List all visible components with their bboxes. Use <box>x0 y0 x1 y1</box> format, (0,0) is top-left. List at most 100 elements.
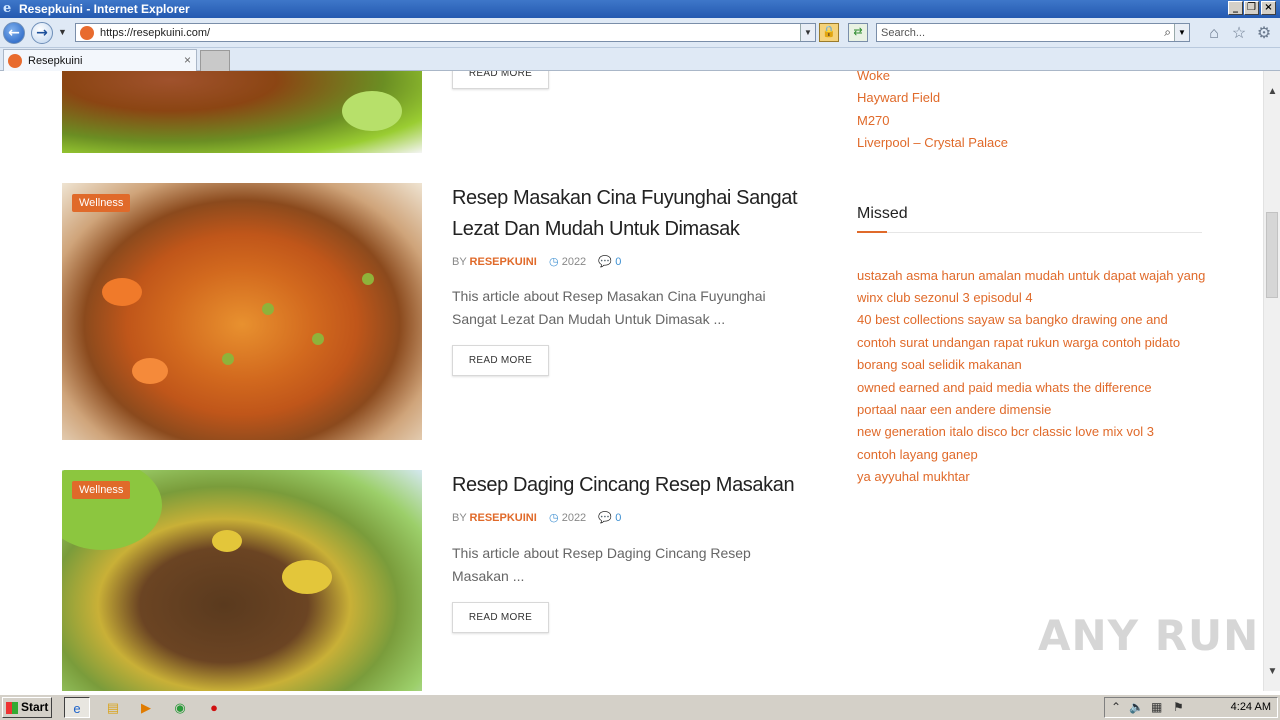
tab-resepkuini[interactable]: Resepkuini × <box>3 49 197 71</box>
search-dropdown-icon[interactable]: ▼ <box>1174 24 1189 41</box>
search-icon[interactable]: ⌕ <box>1164 25 1171 40</box>
start-button[interactable]: Start <box>2 697 52 718</box>
post-title[interactable]: Resep Daging Cincang Resep Masakan <box>452 470 812 501</box>
anyrun-watermark: ANY RUN <box>1038 611 1260 660</box>
maximize-button[interactable]: ❐ <box>1244 1 1259 15</box>
missed-link[interactable]: portaal naar een andere dimensie <box>857 402 1051 417</box>
windows-logo-icon <box>6 702 18 714</box>
back-button[interactable]: ← <box>3 22 25 44</box>
trending-link[interactable]: Liverpool – Crystal Palace <box>857 135 1008 150</box>
widget-accent-bar <box>857 231 887 233</box>
volume-icon[interactable]: 🔈 <box>1129 700 1144 714</box>
food-decoration <box>222 353 234 365</box>
taskbar-shield-icon[interactable]: ● <box>201 697 227 718</box>
missed-link[interactable]: ya ayyuhal mukhtar <box>857 469 970 484</box>
by-label: BY <box>452 256 467 268</box>
window-title: Resepkuini - Internet Explorer <box>19 2 190 16</box>
search-input[interactable]: Search... <box>881 27 925 39</box>
by-label: BY <box>452 512 467 524</box>
taskbar-chrome-icon[interactable]: ◉ <box>167 697 193 718</box>
post-meta: BY RESEPKUINI ◷ 2022 💬 0 <box>452 255 621 268</box>
comment-count[interactable]: 0 <box>615 256 621 268</box>
food-decoration <box>262 303 274 315</box>
scroll-up-icon[interactable]: ▲ <box>1264 83 1280 100</box>
comment-icon: 💬 <box>598 256 613 268</box>
category-badge[interactable]: Wellness <box>72 194 131 212</box>
comment-icon: 💬 <box>598 512 613 524</box>
search-box[interactable]: Search... ⌕ ▼ <box>876 23 1190 42</box>
missed-link[interactable]: winx club sezonul 3 episodul 4 <box>857 290 1033 305</box>
ie-logo-icon: e <box>3 1 12 16</box>
tab-favicon-icon <box>8 54 22 68</box>
widget-divider <box>857 232 1202 233</box>
forward-button[interactable]: → <box>31 22 53 44</box>
author-link[interactable]: RESEPKUINI <box>470 512 537 524</box>
close-window-button[interactable]: × <box>1261 1 1276 15</box>
comment-count[interactable]: 0 <box>615 512 621 524</box>
refresh-button[interactable]: ⇄ <box>848 23 868 42</box>
tab-label: Resepkuini <box>28 55 83 67</box>
scroll-down-icon[interactable]: ▼ <box>1264 663 1280 680</box>
new-tab-button[interactable] <box>200 50 230 71</box>
post-image[interactable]: Wellness <box>62 470 422 691</box>
trending-link[interactable]: Woke <box>857 71 890 83</box>
post-title[interactable]: Resep Masakan Cina Fuyunghai Sangat Leza… <box>452 183 812 245</box>
clock-icon: ◷ <box>549 256 559 268</box>
food-decoration <box>362 273 374 285</box>
missed-link[interactable]: ustazah asma harun amalan mudah untuk da… <box>857 268 1205 283</box>
post-excerpt: This article about Resep Daging Cincang … <box>452 545 751 584</box>
missed-link[interactable]: contoh layang ganep <box>857 447 978 462</box>
action-center-flag-icon[interactable]: ⚑ <box>1173 700 1184 714</box>
author-link[interactable]: RESEPKUINI <box>470 256 537 268</box>
trending-link[interactable]: Hayward Field <box>857 90 940 105</box>
tray-expand-icon[interactable]: ⌃ <box>1111 700 1121 714</box>
favorites-star-icon[interactable]: ☆ <box>1229 24 1249 44</box>
start-label: Start <box>21 700 49 714</box>
missed-link[interactable]: 40 best collections sayaw sa bangko draw… <box>857 312 1168 327</box>
missed-link[interactable]: borang soal selidik makanan <box>857 357 1022 372</box>
read-more-button[interactable]: READ MORE <box>452 71 549 89</box>
tools-gear-icon[interactable]: ⚙ <box>1254 24 1274 44</box>
category-badge[interactable]: Wellness <box>72 481 131 499</box>
address-bar[interactable]: https://resepkuini.com/ ▼ <box>75 23 816 42</box>
history-dropdown-icon[interactable]: ▼ <box>58 27 67 37</box>
taskbar-explorer-icon[interactable]: ▤ <box>100 697 126 718</box>
vertical-scrollbar[interactable]: ▲ ▼ <box>1263 71 1280 691</box>
security-lock-icon[interactable]: 🔒 <box>819 23 839 42</box>
home-icon[interactable]: ⌂ <box>1204 24 1224 44</box>
window-titlebar: e Resepkuini - Internet Explorer _ ❐ × <box>0 0 1280 18</box>
page-viewport: READ MORE Wellness Resep Masakan Cina Fu… <box>0 71 1263 691</box>
taskbar-ie-icon[interactable]: e <box>64 697 90 718</box>
post-image[interactable] <box>62 71 422 153</box>
read-more-button[interactable]: READ MORE <box>452 345 549 376</box>
taskbar-clock[interactable]: 4:24 AM <box>1231 701 1271 713</box>
post-date[interactable]: 2022 <box>562 256 586 268</box>
minimize-button[interactable]: _ <box>1228 1 1243 15</box>
missed-link[interactable]: new generation italo disco bcr classic l… <box>857 424 1154 439</box>
missed-link[interactable]: contoh surat undangan rapat rukun warga … <box>857 335 1180 350</box>
taskbar-media-player-icon[interactable]: ▶ <box>133 697 159 718</box>
post-date[interactable]: 2022 <box>562 512 586 524</box>
post-meta: BY RESEPKUINI ◷ 2022 💬 0 <box>452 511 621 524</box>
food-decoration <box>212 530 242 552</box>
food-decoration <box>132 358 168 384</box>
trending-link[interactable]: M270 <box>857 113 890 128</box>
clock-icon: ◷ <box>549 512 559 524</box>
read-more-button[interactable]: READ MORE <box>452 602 549 633</box>
tab-strip: Resepkuini × <box>0 48 1280 71</box>
navigation-bar: ← → ▼ https://resepkuini.com/ ▼ 🔒 ⇄ Sear… <box>0 18 1280 48</box>
address-url[interactable]: https://resepkuini.com/ <box>100 27 210 39</box>
food-decoration <box>282 560 332 594</box>
food-decoration <box>102 278 142 306</box>
post-excerpt: This article about Resep Masakan Cina Fu… <box>452 288 766 327</box>
address-dropdown-icon[interactable]: ▼ <box>800 24 815 41</box>
food-decoration <box>312 333 324 345</box>
scroll-thumb[interactable] <box>1266 212 1278 298</box>
tab-close-icon[interactable]: × <box>184 53 191 67</box>
food-decoration <box>342 91 402 131</box>
taskbar: Start e ▤ ▶ ◉ ● ⌃ 🔈 ▦ ⚑ 4:24 AM <box>0 694 1280 720</box>
post-image[interactable]: Wellness <box>62 183 422 440</box>
missed-link[interactable]: owned earned and paid media whats the di… <box>857 380 1152 395</box>
network-icon[interactable]: ▦ <box>1151 700 1162 714</box>
site-favicon-icon <box>80 26 94 40</box>
